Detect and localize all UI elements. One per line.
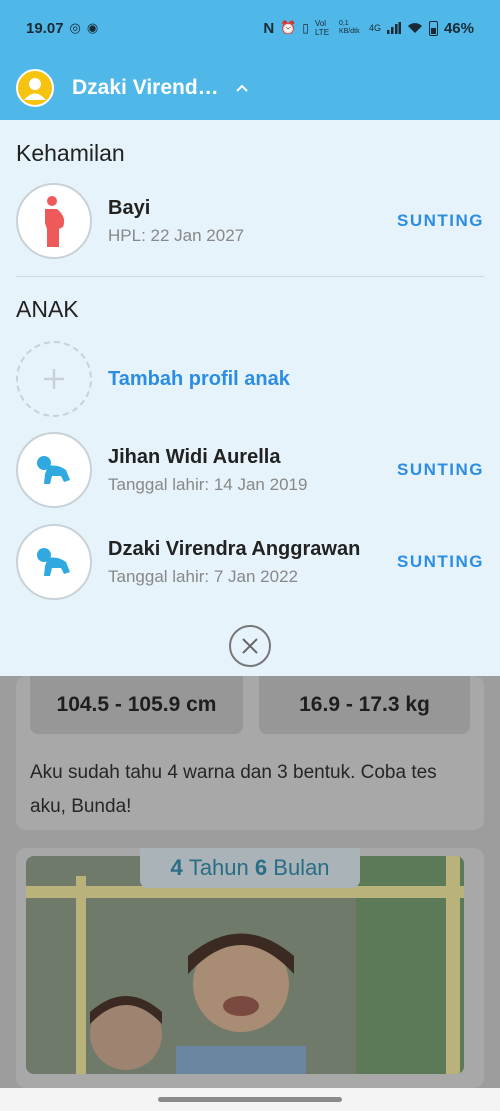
add-child-avatar [16,341,92,417]
child-name: Jihan Widi Aurella [108,445,281,468]
child-avatar [16,524,92,600]
child-name: Dzaki Virendra Anggrawan [108,537,361,560]
growth-card: 104.5 - 105.9 cm 16.9 - 17.3 kg Aku suda… [16,676,484,830]
network-label: Vol LTE [314,19,330,37]
edit-child-button[interactable]: SUNTING [397,460,484,480]
age-badge: 4 Tahun 6 Bulan [140,848,360,888]
child-birth-date: Tanggal lahir: 7 Jan 2022 [108,566,298,586]
selected-child-name[interactable]: Dzaki Virend… [72,76,219,100]
milestone-text: Aku sudah tahu 4 warna dan 3 bentuk. Cob… [30,762,437,817]
playground-illustration [26,856,464,1074]
child-row-dzaki[interactable]: Dzaki Virendra Anggrawan Tanggal lahir: … [16,523,486,601]
add-child-row[interactable]: Tambah profil anak [16,340,486,418]
age-months-unit: Bulan [273,855,330,880]
pregnancy-section-title: Kehamilan [16,140,125,166]
age-years-unit: Tahun [188,855,249,880]
pregnancy-avatar [16,183,92,259]
system-nav-bar [0,1088,500,1111]
plus-icon [44,369,64,389]
age-months-number: 6 [254,855,268,880]
signal-label: 4G [368,23,381,33]
nfc-icon: N [263,19,275,37]
app-header: Dzaki Virend… [0,56,500,120]
status-time: 19.07 [26,19,64,37]
vibrate-icon: ▯ [302,21,309,35]
speed-label: 0,1 KB/dtk [338,20,360,35]
close-panel-button[interactable] [229,625,271,667]
baby-crawling-icon [37,548,70,576]
height-range: 104.5 - 105.9 cm [30,676,243,734]
pregnancy-name: Bayi [108,196,151,219]
chevron-up-icon[interactable] [235,81,249,95]
child-birth-date: Tanggal lahir: 14 Jan 2019 [108,474,308,494]
notification-icon: ◉ [86,20,99,35]
battery-percent: 46% [443,19,474,37]
whatsapp-icon: ◎ [69,20,81,35]
pregnant-icon [45,196,65,247]
pregnancy-due-date: HPL: 22 Jan 2027 [108,225,245,245]
status-bar: 19.07 ◎ ◉ N ⏰ ▯ Vol LTE 0,1 KB/dtk 4G 46… [0,0,500,56]
user-icon [24,78,46,100]
baby-crawling-icon [37,456,70,484]
child-avatar [16,432,92,508]
age-years-number: 4 [170,855,183,880]
weight-range: 16.9 - 17.3 kg [259,676,470,734]
wifi-icon [407,23,422,33]
child-row-jihan[interactable]: Jihan Widi Aurella Tanggal lahir: 14 Jan… [16,431,486,509]
signal-icon [386,22,401,34]
child-switcher-panel: Kehamilan Bayi HPL: 22 Jan 2027 SUNTING … [0,120,500,676]
avatar[interactable] [16,69,54,107]
age-card[interactable]: 4 Tahun 6 Bulan [16,848,484,1088]
battery-icon [428,20,438,36]
edit-pregnancy-button[interactable]: SUNTING [397,211,484,231]
close-icon [242,638,258,654]
children-section-title: ANAK [16,296,79,322]
alarm-icon: ⏰ [280,20,297,35]
pregnancy-row[interactable]: Bayi HPL: 22 Jan 2027 SUNTING [16,182,486,260]
edit-child-button[interactable]: SUNTING [397,552,484,572]
add-child-label[interactable]: Tambah profil anak [108,368,290,391]
children-photo [26,856,464,1074]
background-content: 104.5 - 105.9 cm 16.9 - 17.3 kg Aku suda… [0,676,500,1088]
home-indicator[interactable] [158,1097,342,1102]
divider [16,276,484,277]
